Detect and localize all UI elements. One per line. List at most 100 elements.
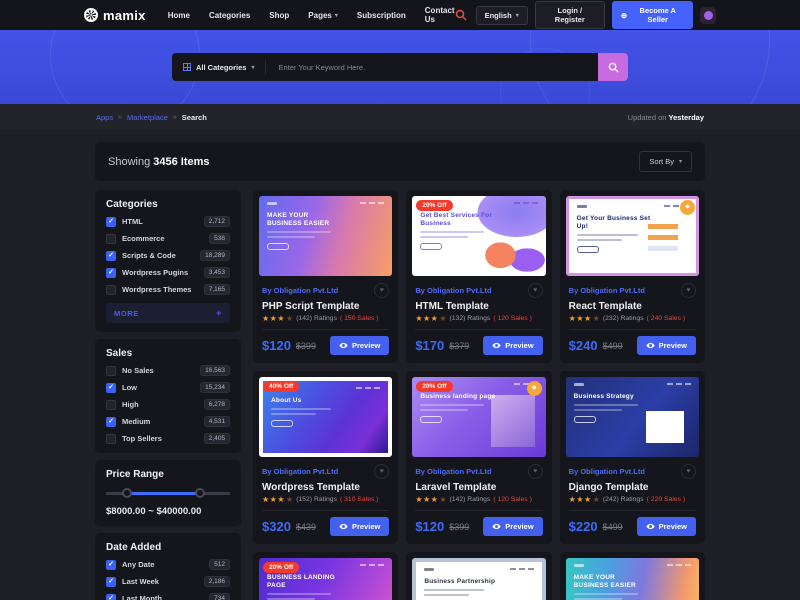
checkbox[interactable]: ✓ [106,217,116,227]
filter-option[interactable]: ✓ Last Month 734 [106,593,230,600]
half-star-icon: ★ [439,314,446,323]
filter-option[interactable]: ✓ High 6,278 [106,399,230,410]
filter-section-categories: Categories ✓ HTML 2,712 ✓ E [95,190,241,332]
search-icon[interactable] [455,9,467,21]
checkbox[interactable]: ✓ [106,268,116,278]
brand-logo[interactable]: mamix [84,8,146,23]
filter-option[interactable]: ✓ Medium 4,531 [106,416,230,427]
filter-option[interactable]: ✓ HTML 2,712 [106,216,230,227]
product-rating: ★★★★ (232) Ratings ( 240 Sales ) [569,314,696,323]
product-thumbnail[interactable]: About Us 40% Off [253,371,398,457]
product-thumbnail[interactable]: Get Your Business Set Up! ◆ [560,190,705,276]
sales-count: ( 310 Sales ) [340,496,379,503]
filter-title: Categories [106,199,230,210]
divider [569,329,696,330]
product-title[interactable]: Django Template [569,482,696,493]
more-button[interactable]: MORE + [106,303,230,323]
wishlist-heart-icon[interactable]: ♥ [528,464,543,479]
divider [569,510,696,511]
preview-button[interactable]: Preview [637,336,696,355]
search-input[interactable] [266,53,598,81]
product-thumbnail[interactable]: Business Strategy [560,371,705,457]
seller-link[interactable]: By Obligation Pvt.Ltd [262,286,338,295]
filter-option[interactable]: ✓ Scripts & Code 18,289 [106,250,230,261]
product-thumbnail[interactable]: Business landing page 20% Off ◆ [406,371,551,457]
seller-link[interactable]: By Obligation Pvt.Ltd [415,467,491,476]
checkbox[interactable]: ✓ [106,251,116,261]
slider-handle-max[interactable] [195,488,205,498]
wishlist-heart-icon[interactable]: ♥ [681,464,696,479]
price-range-slider[interactable] [106,488,230,498]
nav-menu-item[interactable]: Home [168,6,190,24]
checkbox[interactable]: ✓ [106,383,116,393]
wishlist-heart-icon[interactable]: ♥ [374,283,389,298]
wishlist-heart-icon[interactable]: ♥ [681,283,696,298]
checkbox[interactable]: ✓ [106,434,116,444]
product-card: MAKE YOUR BUSINESS EASIER By Obligation … [253,190,398,363]
filter-option[interactable]: ✓ Ecommerce 536 [106,233,230,244]
wishlist-heart-icon[interactable]: ♥ [528,283,543,298]
sort-by-button[interactable]: Sort By▾ [639,151,692,172]
login-register-button[interactable]: Login / Register [535,1,605,29]
search-submit-button[interactable] [598,53,628,81]
sales-count: ( 120 Sales ) [493,496,532,503]
nav-menu-item[interactable]: Shop [269,6,289,24]
checkbox[interactable]: ✓ [106,366,116,376]
become-seller-button[interactable]: ⊕Become A Seller [612,1,693,29]
breadcrumb-apps[interactable]: Apps [96,113,113,122]
check-icon: ✓ [108,269,114,276]
preview-button[interactable]: Preview [483,336,542,355]
nav-menu-item[interactable]: Categories [209,6,250,24]
filter-option[interactable]: ✓ Wordpress Themes 7,165 [106,284,230,295]
seller-link[interactable]: By Obligation Pvt.Ltd [415,286,491,295]
product-card: Get Best Services For Business 20% Off B… [406,190,551,363]
preview-button[interactable]: Preview [330,517,389,536]
slider-handle-min[interactable] [122,488,132,498]
language-select[interactable]: English▾ [476,6,528,25]
preview-button[interactable]: Preview [637,517,696,536]
product-title[interactable]: Laravel Template [415,482,542,493]
wishlist-heart-icon[interactable]: ♥ [374,464,389,479]
filter-option[interactable]: ✓ Wordpress Pugins 3,453 [106,267,230,278]
product-thumbnail[interactable]: BUSINESS LANDING PAGE 20% Off [253,552,398,600]
checkbox[interactable]: ✓ [106,417,116,427]
filter-option[interactable]: ✓ No Sales 16,563 [106,365,230,376]
filter-option[interactable]: ✓ Any Date 512 [106,559,230,570]
checkbox[interactable]: ✓ [106,400,116,410]
count-badge: 16,563 [200,365,230,376]
product-thumbnail[interactable]: Business Partnership [406,552,551,600]
breadcrumb-marketplace[interactable]: Marketplace [127,113,168,122]
product-image-title: About Us [271,397,344,405]
product-thumbnail[interactable]: Get Best Services For Business 20% Off [406,190,551,276]
preview-button[interactable]: Preview [330,336,389,355]
nav-menu-item[interactable]: Contact Us [425,6,455,24]
filter-option[interactable]: ✓ Top Sellers 2,405 [106,433,230,444]
product-thumbnail[interactable]: MAKE YOUR BUSINESS EASIER [560,552,705,600]
checkbox[interactable]: ✓ [106,560,116,570]
filter-option[interactable]: ✓ Last Week 2,186 [106,576,230,587]
checkbox[interactable]: ✓ [106,594,116,600]
filter-option[interactable]: ✓ Low 15,234 [106,382,230,393]
nav-menu-item[interactable]: Subscription [357,6,406,24]
product-thumbnail[interactable]: MAKE YOUR BUSINESS EASIER [253,190,398,276]
product-title[interactable]: React Template [569,301,696,312]
chevron-down-icon: ▾ [679,158,682,165]
product-title[interactable]: HTML Template [415,301,542,312]
checkbox[interactable]: ✓ [106,234,116,244]
checkbox[interactable]: ✓ [106,285,116,295]
product-rating: ★★★★ (142) Ratings ( 120 Sales ) [415,495,542,504]
product-title[interactable]: PHP Script Template [262,301,389,312]
checkbox[interactable]: ✓ [106,577,116,587]
nav-menu-item[interactable]: Pages▾ [308,6,338,24]
category-dropdown[interactable]: All Categories ▾ [172,53,265,81]
avatar[interactable] [700,7,716,24]
ratings-count: (232) Ratings [603,315,644,322]
slider-fill [126,492,200,495]
product-title[interactable]: Wordpress Template [262,482,389,493]
sales-count: ( 240 Sales ) [647,315,686,322]
seller-link[interactable]: By Obligation Pvt.Ltd [262,467,338,476]
discount-badge: 20% Off [416,200,452,211]
seller-link[interactable]: By Obligation Pvt.Ltd [569,286,645,295]
seller-link[interactable]: By Obligation Pvt.Ltd [569,467,645,476]
preview-button[interactable]: Preview [483,517,542,536]
